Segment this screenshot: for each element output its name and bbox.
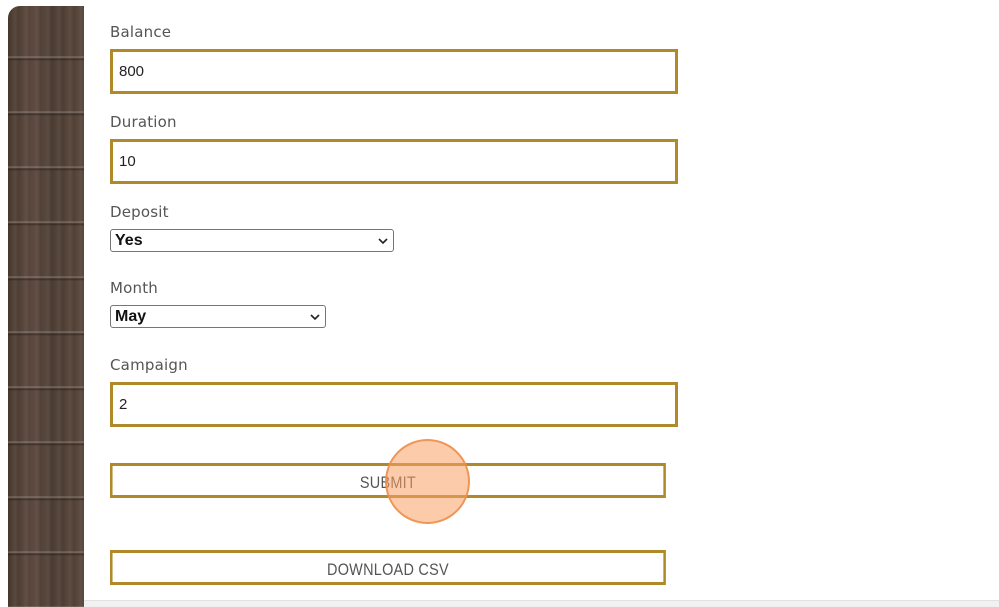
balance-input[interactable] xyxy=(110,49,678,94)
month-selected-value: May xyxy=(115,307,147,325)
page: Balance Duration Deposit Yes Month May C… xyxy=(0,0,999,607)
bottom-scroll-area xyxy=(84,600,999,607)
campaign-input[interactable] xyxy=(110,382,678,427)
download-csv-button[interactable]: DOWNLOAD CSV xyxy=(110,550,666,585)
submit-button-label: SUBMIT xyxy=(359,472,417,492)
wood-texture-sidebar xyxy=(8,6,84,607)
month-select[interactable]: May xyxy=(110,305,326,328)
deposit-selected-value: Yes xyxy=(115,231,143,249)
chevron-down-icon xyxy=(378,237,388,244)
campaign-label: Campaign xyxy=(110,356,188,374)
chevron-down-icon xyxy=(310,313,320,320)
deposit-select[interactable]: Yes xyxy=(110,229,394,252)
deposit-label: Deposit xyxy=(110,203,169,221)
download-csv-button-label: DOWNLOAD CSV xyxy=(327,559,449,579)
submit-button[interactable]: SUBMIT xyxy=(110,463,666,498)
balance-label: Balance xyxy=(110,23,172,41)
duration-input[interactable] xyxy=(110,139,678,184)
month-label: Month xyxy=(110,279,159,297)
duration-label: Duration xyxy=(110,113,177,131)
